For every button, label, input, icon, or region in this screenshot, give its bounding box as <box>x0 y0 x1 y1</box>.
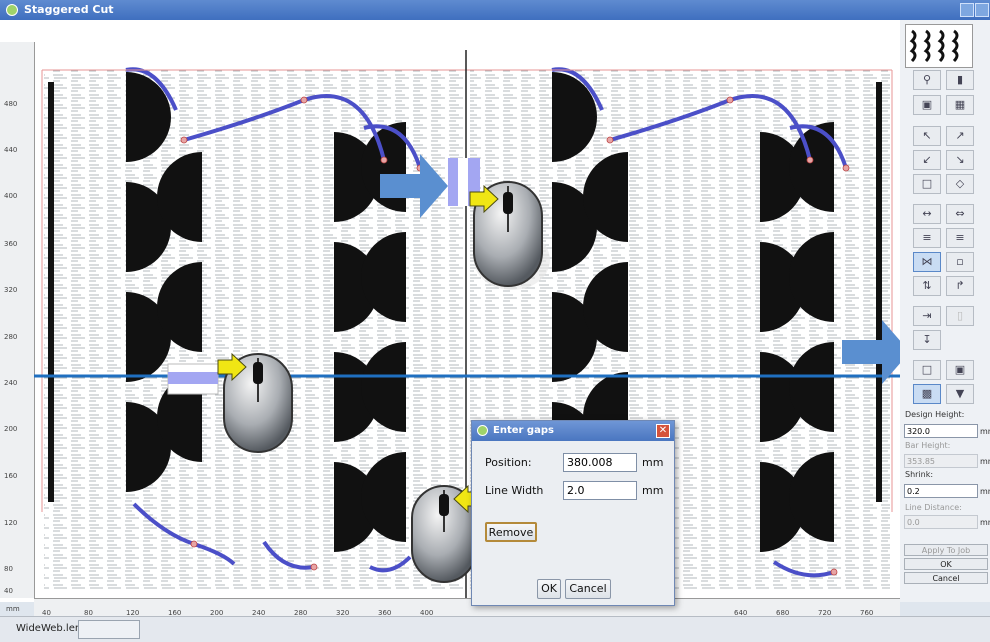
disk-icon[interactable]: ▩ <box>913 384 941 404</box>
ruler-label: 360 <box>4 240 18 248</box>
ruler-unit: mm <box>6 605 20 613</box>
design-thumbnail[interactable] <box>905 24 973 68</box>
move-down-right-icon[interactable]: ↘ <box>946 150 974 170</box>
gap-marker-fill <box>168 372 218 384</box>
enter-gaps-dialog: Enter gaps ✕ Position: mm Line Width mm … <box>471 420 675 606</box>
dialog-app-icon <box>477 425 488 436</box>
ruler-label: 120 <box>4 519 18 527</box>
frame-icon[interactable]: ▫ <box>946 252 974 272</box>
app-icon <box>6 4 18 16</box>
position-unit: mm <box>642 456 664 469</box>
title-bar: Staggered Cut <box>0 0 990 20</box>
design-height-unit: mm <box>980 427 990 436</box>
spread-horizontal-icon[interactable]: ↔ <box>913 204 941 224</box>
bar-height-unit: mm <box>980 457 990 466</box>
ruler-label: 480 <box>4 100 18 108</box>
panel-ok-button[interactable]: OK <box>904 558 988 570</box>
shrink-unit: mm <box>980 487 990 496</box>
bar-height-label: Bar Height: <box>905 441 951 450</box>
position-field[interactable] <box>563 453 637 472</box>
remove-button[interactable]: Remove <box>485 522 537 542</box>
panel-cancel-button[interactable]: Cancel <box>904 572 988 584</box>
grid-icon[interactable]: ▦ <box>946 95 974 115</box>
compress-horizontal-icon[interactable]: ⇔ <box>946 204 974 224</box>
pin-icon[interactable]: ⇅ <box>913 276 941 296</box>
page-icon[interactable]: ▮ <box>946 70 974 90</box>
design-height-field[interactable] <box>904 424 978 438</box>
thumbnail-preview <box>906 25 970 65</box>
mouse-icon <box>469 181 550 290</box>
save-icon[interactable]: ▣ <box>946 360 974 380</box>
design-height-label: Design Height: <box>905 410 965 419</box>
move-up-right-icon[interactable]: ↗ <box>946 126 974 146</box>
bars-dotted-icon[interactable]: ≡ <box>913 228 941 248</box>
window-title: Staggered Cut <box>24 3 114 16</box>
dialog-title: Enter gaps <box>493 425 554 436</box>
line-distance-label: Line Distance: <box>905 503 962 512</box>
cutter-icon[interactable]: ▼ <box>946 384 974 404</box>
apply-to-job-button[interactable]: Apply To Job <box>904 544 988 556</box>
status-filename: WideWeb.len <box>16 623 82 634</box>
ruler-label: 80 <box>4 565 13 573</box>
dialog-cancel-button[interactable]: Cancel <box>565 579 611 599</box>
ruler-label: 280 <box>4 333 18 341</box>
dialog-title-bar[interactable]: Enter gaps ✕ <box>472 421 674 441</box>
down-arrow-icon[interactable]: ↧ <box>913 330 941 350</box>
line-distance-field[interactable] <box>904 515 978 529</box>
camera-icon[interactable]: ▣ <box>913 95 941 115</box>
zoom-icon[interactable]: ⚲ <box>913 70 941 90</box>
line-width-label: Line Width <box>485 484 544 497</box>
move-down-left-icon[interactable]: ↙ <box>913 150 941 170</box>
ruler-label: 160 <box>4 472 18 480</box>
line-width-field[interactable] <box>563 481 637 500</box>
corner-arrow-icon[interactable]: ↱ <box>946 276 974 296</box>
ruler-label: 200 <box>4 425 18 433</box>
rectangle-icon[interactable]: □ <box>913 174 941 194</box>
design-artwork <box>34 50 900 598</box>
eraser-icon[interactable]: ◇ <box>946 174 974 194</box>
ruler-label: 400 <box>4 192 18 200</box>
status-bar: WideWeb.len <box>0 616 990 642</box>
ruler-label: 320 <box>4 286 18 294</box>
mouse-icon <box>217 352 293 453</box>
new-page-icon[interactable]: □ <box>913 360 941 380</box>
move-up-left-icon[interactable]: ↖ <box>913 126 941 146</box>
line-width-unit: mm <box>642 484 664 497</box>
gap-marker-highlight <box>458 158 468 206</box>
ruler-label: 440 <box>4 146 18 154</box>
design-canvas[interactable]: 480 440 400 360 320 280 240 200 160 120 … <box>0 20 901 623</box>
dialog-ok-button[interactable]: OK <box>537 579 561 599</box>
maximize-button[interactable] <box>975 3 989 17</box>
center-x-icon[interactable]: ⋈ <box>913 252 941 272</box>
shrink-field[interactable] <box>904 484 978 498</box>
close-icon[interactable]: ✕ <box>656 424 670 438</box>
shrink-label: Shrink: <box>905 470 934 479</box>
gap-marker-icon[interactable]: ▯ <box>946 306 974 326</box>
minimize-button[interactable] <box>960 3 974 17</box>
bars-top-icon[interactable]: ≡ <box>946 228 974 248</box>
line-distance-unit: mm <box>980 518 990 527</box>
ruler-label: 240 <box>4 379 18 387</box>
status-field <box>78 620 140 639</box>
insert-gap-icon[interactable]: ⇥ <box>913 306 941 326</box>
ruler-label: 40 <box>4 587 13 595</box>
bar-height-field[interactable] <box>904 454 978 468</box>
vertical-ruler: 480 440 400 360 320 280 240 200 160 120 … <box>0 42 35 598</box>
position-label: Position: <box>485 456 532 469</box>
